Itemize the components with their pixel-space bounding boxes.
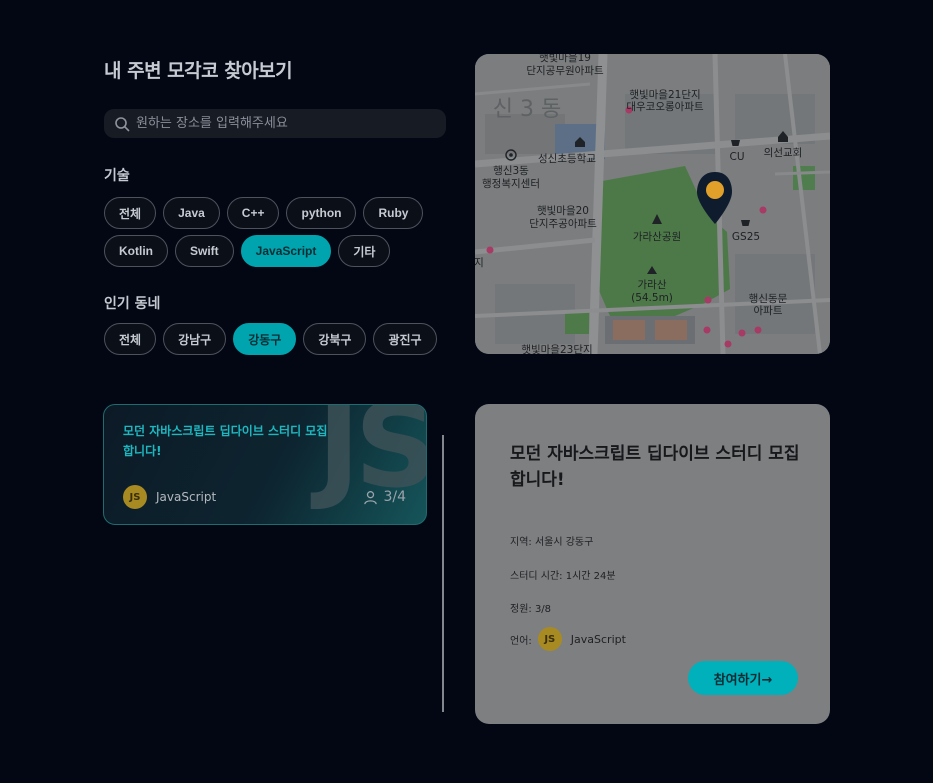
detail-title: 모던 자바스크립트 딥다이브 스터디 모집합니다! [510, 444, 800, 490]
map-label: 햇빛마을23단지 [521, 344, 592, 354]
map-poi-dot [486, 246, 494, 254]
map-poi-dot [738, 329, 746, 337]
districts-chip-row: 전체 강남구 강동구 강북구 광진구 [104, 323, 437, 355]
chip-district-gangnam[interactable]: 강남구 [163, 323, 227, 355]
districts-label: 인기 동네 [104, 296, 161, 312]
map-road [774, 170, 830, 176]
page-title: 내 주변 모각코 찾아보기 [104, 60, 293, 82]
detail-region: 지역: 서울시 강동구 [510, 537, 594, 548]
map-label: 지 [475, 257, 484, 269]
detail-language: 언어: JS JavaScript [510, 627, 626, 651]
map-label: 성신초등학교 [538, 153, 596, 165]
skills-chip-row-1: 전체 Java C++ python Ruby [104, 197, 424, 229]
detail-time: 스터디 시간: 1시간 24분 [510, 571, 616, 582]
chip-district-gangdong[interactable]: 강동구 [233, 323, 297, 355]
detail-capacity: 정원: 3/8 [510, 604, 552, 615]
detail-language-label: 언어: [510, 635, 532, 647]
study-card[interactable]: JS 모던 자바스크립트 딥다이브 스터디 모집합니다! JS JavaScri… [103, 404, 427, 525]
map-label: 대우코오롱아파트 [626, 101, 704, 113]
map-label: 햇빛마을20 [537, 205, 589, 217]
map-poi-dot [724, 340, 732, 348]
chip-district-all[interactable]: 전체 [104, 323, 157, 355]
map-small-park [793, 166, 815, 190]
map-label: 행신동문 [749, 293, 788, 305]
study-card-capacity: 3/4 [363, 489, 406, 505]
map-office-icon-dot [509, 153, 513, 157]
study-card-language: JS JavaScript [123, 485, 216, 509]
chip-skill-python[interactable]: python [286, 197, 357, 229]
search-bar[interactable] [104, 109, 446, 138]
map-label: 가라산공원 [633, 231, 681, 243]
map-label: 아파트 [754, 305, 783, 317]
search-input[interactable] [136, 116, 446, 131]
map-label: 단지주공아파트 [529, 218, 597, 230]
map-label: 햇빛마을19 [539, 54, 591, 64]
chip-skill-cpp[interactable]: C++ [226, 197, 280, 229]
map-label: 행정복지센터 [482, 178, 540, 190]
map-label: 가라산 [638, 279, 667, 291]
page: 내 주변 모각코 찾아보기 기술 전체 Java C++ python Ruby… [0, 0, 933, 783]
map-district-label: 신 3 동 [493, 97, 561, 122]
map-store-icon [741, 220, 750, 226]
chip-skill-swift[interactable]: Swift [175, 235, 234, 267]
person-icon [364, 490, 378, 504]
map-poi-dot [703, 326, 711, 334]
map-court [655, 320, 687, 340]
study-detail-panel: 모던 자바스크립트 딥다이브 스터디 모집합니다! 지역: 서울시 강동구 스터… [475, 404, 830, 724]
map-canvas[interactable]: 햇빛마을19 단지공무원아파트 햇빛마을21단지 대우코오롱아파트 성신초등학교… [475, 54, 830, 354]
chip-skill-ruby[interactable]: Ruby [363, 197, 424, 229]
javascript-logo-icon: JS [123, 485, 147, 509]
join-button[interactable]: 참여하기→ [688, 661, 798, 695]
chip-skill-all[interactable]: 전체 [104, 197, 157, 229]
map[interactable]: 햇빛마을19 단지공무원아파트 햇빛마을21단지 대우코오롱아파트 성신초등학교… [475, 54, 830, 354]
chip-skill-etc[interactable]: 기타 [338, 235, 391, 267]
skills-label: 기술 [104, 168, 130, 184]
map-store-icon [731, 140, 740, 146]
chip-skill-javascript[interactable]: JavaScript [240, 235, 332, 267]
capacity-value: 3/4 [383, 489, 406, 505]
map-label: GS25 [732, 231, 760, 243]
map-poi-dot [759, 206, 767, 214]
map-label: (54.5m) [631, 292, 673, 304]
map-label: 단지공무원아파트 [526, 65, 604, 77]
map-label: 행신3동 [493, 165, 529, 177]
map-label: CU [729, 151, 744, 163]
language-name: JavaScript [156, 490, 217, 504]
map-poi-dot [704, 296, 712, 304]
chip-district-gwangjin[interactable]: 광진구 [373, 323, 437, 355]
skills-chip-row-2: Kotlin Swift JavaScript 기타 [104, 235, 391, 267]
detail-language-name: JavaScript [570, 632, 626, 646]
map-poi-dot [754, 326, 762, 334]
map-label: 의선교회 [764, 147, 803, 159]
chip-district-gangbuk[interactable]: 강북구 [303, 323, 367, 355]
divider [442, 435, 444, 712]
map-label: 햇빛마을21단지 [629, 89, 700, 101]
chip-skill-kotlin[interactable]: Kotlin [104, 235, 168, 267]
map-court [613, 320, 645, 340]
map-field [565, 312, 589, 334]
study-card-title: 모던 자바스크립트 딥다이브 스터디 모집합니다! [123, 424, 328, 458]
javascript-logo-icon: JS [537, 627, 562, 651]
chip-skill-java[interactable]: Java [163, 197, 220, 229]
search-icon [115, 116, 130, 131]
